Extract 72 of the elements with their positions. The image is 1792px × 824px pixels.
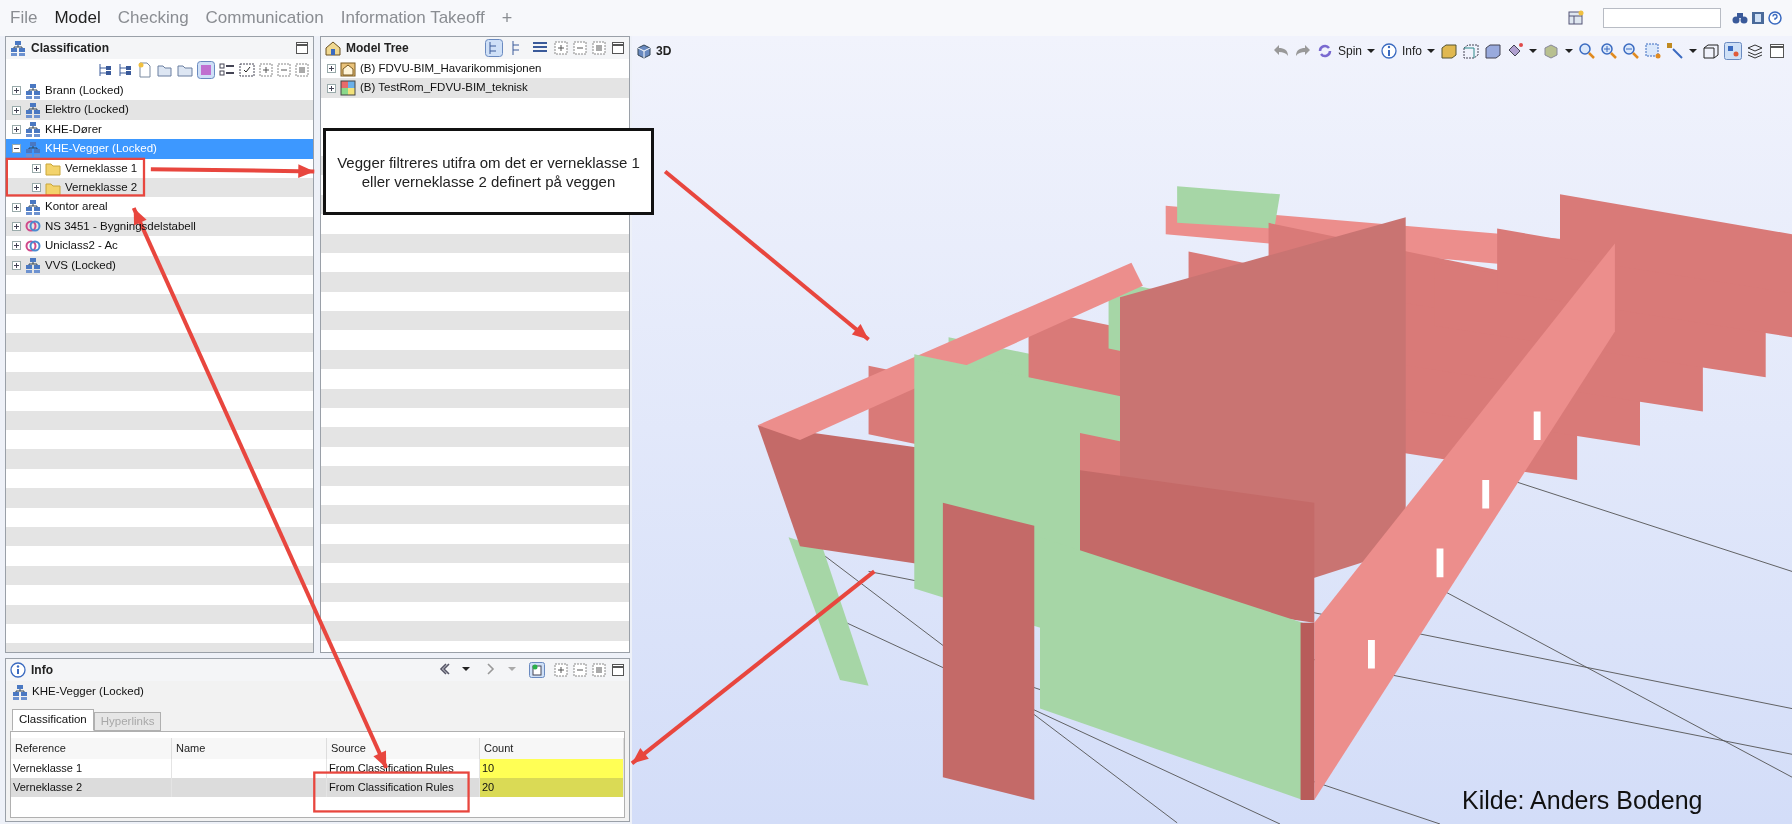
info-icon [10, 662, 26, 678]
table-cell: Verneklasse 2 [11, 778, 172, 797]
hierarchy-icon [25, 121, 41, 138]
caret-icon[interactable] [1688, 46, 1698, 56]
transparent-box-icon[interactable] [1484, 42, 1502, 60]
expand-icon[interactable] [12, 105, 21, 115]
maximize-icon[interactable] [1768, 42, 1786, 60]
color-view-icon[interactable] [197, 61, 215, 79]
expand-icon[interactable] [12, 241, 21, 251]
open-folder-icon[interactable] [157, 62, 173, 78]
source-credit: Kilde: Anders Bodeng [1462, 785, 1703, 816]
folder-icon[interactable] [177, 62, 193, 78]
maximize-icon[interactable] [611, 41, 625, 55]
wireframe-box-icon[interactable] [1462, 42, 1480, 60]
layers-icon[interactable] [1746, 42, 1764, 60]
expand-icon[interactable] [327, 64, 336, 74]
toolbar-button[interactable]: Info [1402, 42, 1422, 60]
folder-icon [45, 160, 61, 177]
view-title: 3D [656, 43, 672, 60]
list-view-icon[interactable] [219, 62, 235, 78]
expand-icon[interactable] [32, 183, 41, 193]
expand-icon[interactable] [32, 163, 41, 173]
callout-note: Vegger filtreres utifra om det er verneklasse 1 eller verneklasse 2 definert på veggen [323, 128, 654, 215]
tree-view-icon[interactable] [97, 62, 113, 78]
panel-title: Model Tree [346, 40, 409, 57]
box-outline-icon[interactable] [1702, 42, 1720, 60]
checkbox-icon[interactable] [239, 62, 255, 78]
help-icon[interactable] [1768, 11, 1782, 25]
maximize-icon[interactable] [611, 663, 625, 677]
hierarchy-icon [25, 257, 41, 274]
grid-icon [340, 80, 356, 97]
expand-icon[interactable] [12, 86, 21, 96]
expand-icon[interactable] [12, 260, 21, 270]
layout-icon[interactable] [1568, 10, 1584, 26]
list-tree-icon[interactable] [117, 62, 133, 78]
table-cell: 20 [480, 778, 624, 797]
expand-icon[interactable] [12, 124, 21, 134]
hierarchy-icon [25, 140, 41, 157]
hierarchy-icon [25, 102, 41, 119]
expand-icon[interactable] [12, 202, 21, 212]
house-icon [340, 60, 356, 77]
hierarchy-icon [25, 199, 41, 216]
expand-icon[interactable] [327, 83, 336, 93]
cube-icon [636, 43, 652, 59]
hierarchy-icon [12, 684, 28, 700]
info-icon[interactable] [1380, 42, 1398, 60]
collapse-icon[interactable] [12, 144, 21, 154]
maximize-icon[interactable] [295, 41, 309, 55]
zoom-in-icon[interactable] [1600, 42, 1618, 60]
search-field[interactable] [1603, 8, 1721, 28]
tree-item[interactable]: (B) TestRom_FDVU-BIM_teknisk [321, 78, 629, 98]
panel-title: Info [31, 662, 53, 679]
expand-icon[interactable] [12, 221, 21, 231]
box-icon[interactable] [1440, 42, 1458, 60]
caret-icon[interactable] [1564, 46, 1574, 56]
panel-title: Classification [31, 40, 110, 57]
hierarchy-icon [10, 40, 26, 56]
menu-tab[interactable]: Model [54, 5, 101, 31]
table-cell: 10 [480, 759, 624, 778]
hierarchy-icon [25, 82, 41, 99]
caret-icon[interactable] [1366, 46, 1376, 56]
zoom-out-icon[interactable] [1622, 42, 1640, 60]
toolbar-button[interactable]: Spin [1337, 42, 1362, 60]
caret-icon[interactable] [1426, 46, 1436, 56]
binoculars-icon[interactable] [1732, 11, 1748, 25]
house-icon [325, 40, 341, 56]
tab[interactable]: Classification [12, 709, 94, 731]
selected-item-label: KHE-Vegger (Locked) [32, 684, 144, 700]
zoom-fit-icon[interactable] [1578, 42, 1596, 60]
caret-icon[interactable] [1528, 46, 1538, 56]
layout-toggle-icon[interactable] [1724, 42, 1742, 60]
tree-item[interactable]: Elektro (Locked) [6, 100, 313, 120]
